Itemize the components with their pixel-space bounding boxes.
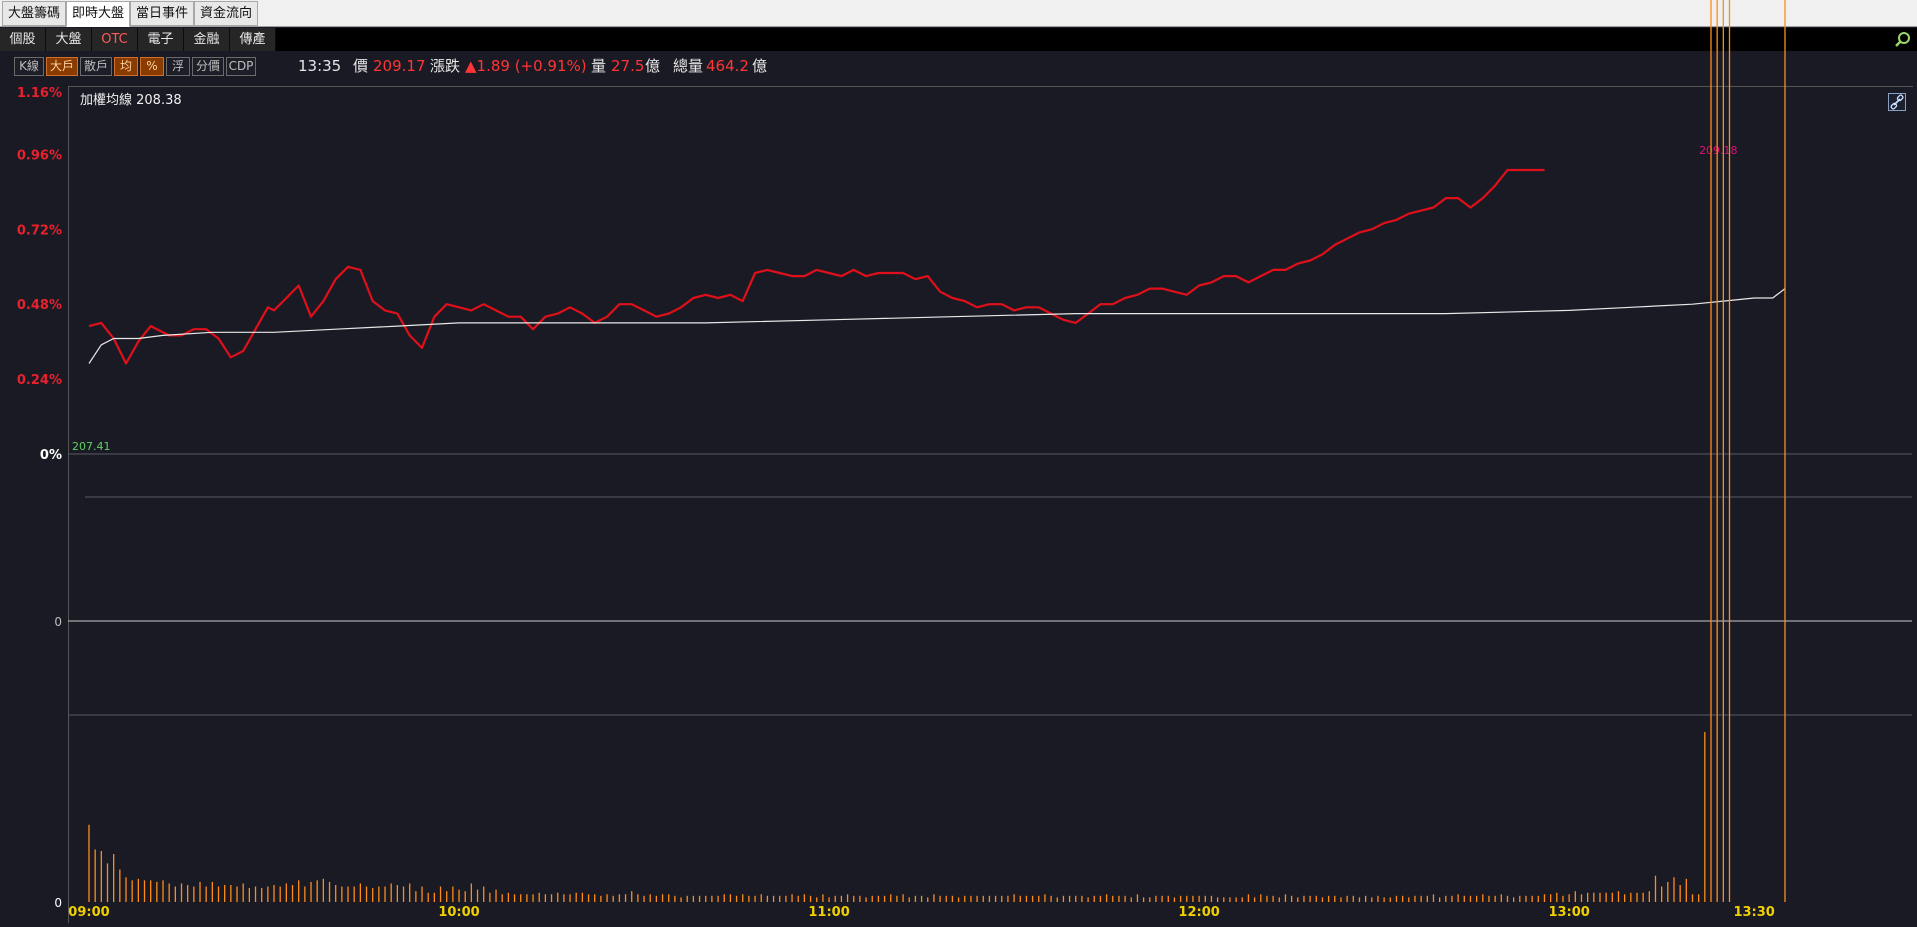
x-axis-tick-label: 10:00 — [438, 905, 479, 920]
y-axis-tick-label: 0.72% — [17, 223, 62, 238]
x-axis-tick-label: 11:00 — [808, 905, 849, 920]
average-legend: 加權均線 208.38 — [80, 92, 182, 108]
volume-zero-label: 0 — [54, 896, 62, 910]
x-axis-tick-label: 09:00 — [68, 905, 109, 920]
reference-value-label: 207.41 — [72, 440, 111, 453]
y-axis-tick-label: 0.24% — [17, 373, 62, 388]
oscillator-zero-label: 0 — [54, 615, 62, 629]
y-axis-tick-label: 0.48% — [17, 298, 62, 313]
y-axis-tick-label: 0.96% — [17, 148, 62, 163]
y-axis-tick-label: 0% — [40, 448, 62, 463]
price-line-series — [88, 168, 1545, 365]
average-line-series — [88, 288, 1786, 364]
x-axis-tick-label: 12:00 — [1178, 905, 1219, 920]
x-axis-tick-label: 13:00 — [1548, 905, 1589, 920]
x-axis-tick-label: 13:30 — [1733, 905, 1774, 920]
high-price-label: 209.18 — [1699, 144, 1738, 157]
link-icon[interactable] — [1888, 93, 1906, 111]
intraday-chart: 1.16% 0.96% 0.72% 0.48% 0.24% 0% 0 0 加權均線 208.38… — [17, 0, 1912, 920]
y-axis-tick-label: 1.16% — [17, 86, 62, 101]
